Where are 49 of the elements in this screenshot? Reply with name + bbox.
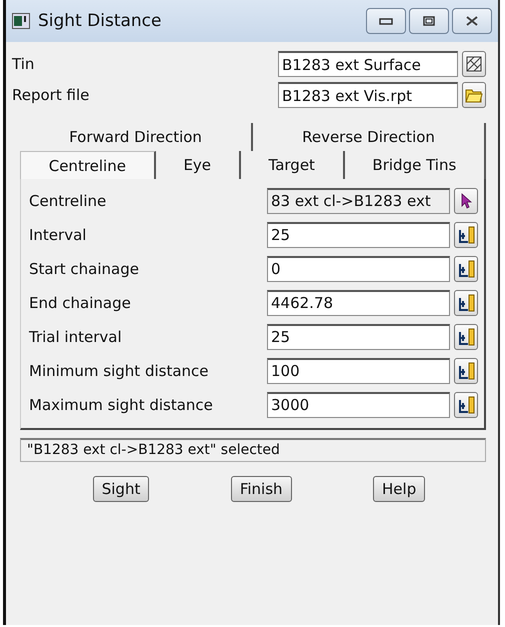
grid-icon	[466, 56, 482, 72]
dialog-button[interactable]: Finish	[230, 476, 292, 502]
status-message: "B1283 ext cl->B1283 ext" selected	[20, 438, 486, 462]
value-pick-button[interactable]	[454, 392, 478, 418]
input-field[interactable]: 100	[267, 358, 450, 384]
ruler-icon	[457, 260, 475, 278]
input-field[interactable]: 4462.78	[267, 290, 450, 316]
dialog-button[interactable]: Sight	[92, 476, 150, 502]
field-label: Tin	[12, 55, 36, 73]
value-pick-button[interactable]	[454, 222, 478, 248]
folder-icon	[465, 88, 483, 102]
minimize-button[interactable]	[366, 8, 406, 34]
value-pick-button[interactable]	[454, 358, 478, 384]
value-pick-button[interactable]	[454, 324, 478, 350]
field-label: End chainage	[29, 294, 132, 312]
input-field[interactable]: 3000	[267, 392, 450, 418]
minimize-icon	[379, 17, 393, 25]
input-field[interactable]: 25	[267, 222, 450, 248]
ruler-icon	[457, 328, 475, 346]
window-title: Sight Distance	[38, 11, 162, 31]
maximize-button[interactable]	[409, 8, 449, 34]
tab[interactable]: Centreline	[20, 151, 156, 179]
pick-button[interactable]	[454, 188, 478, 214]
input-field[interactable]: 0	[267, 256, 450, 282]
input-field[interactable]: B1283 ext Surface	[278, 51, 458, 77]
value-pick-button[interactable]	[454, 256, 478, 282]
close-icon	[465, 16, 479, 26]
dialog-button[interactable]: Help	[373, 476, 426, 502]
ruler-icon	[457, 362, 475, 380]
maximize-icon	[423, 16, 435, 26]
app-icon	[12, 13, 30, 29]
field-label: Minimum sight distance	[29, 362, 210, 380]
ruler-icon	[457, 396, 475, 414]
field-label: Trial interval	[29, 328, 123, 346]
input-field[interactable]: B1283 ext Vis.rpt	[278, 82, 458, 108]
cursor-arrow-icon	[460, 192, 472, 208]
value-pick-button[interactable]	[454, 290, 478, 316]
ruler-icon	[457, 294, 475, 312]
field-label: Start chainage	[29, 260, 140, 278]
field-label: Interval	[29, 226, 88, 244]
file-browse-button[interactable]	[462, 82, 486, 108]
close-button[interactable]	[452, 8, 492, 34]
input-field[interactable]: 83 ext cl->B1283 ext	[267, 188, 450, 214]
field-label: Report file	[12, 86, 90, 104]
ruler-icon	[457, 226, 475, 244]
field-label: Centreline	[29, 192, 108, 210]
input-field[interactable]: 25	[267, 324, 450, 350]
tin-select-button[interactable]	[462, 51, 486, 77]
field-label: Maximum sight distance	[29, 396, 214, 414]
